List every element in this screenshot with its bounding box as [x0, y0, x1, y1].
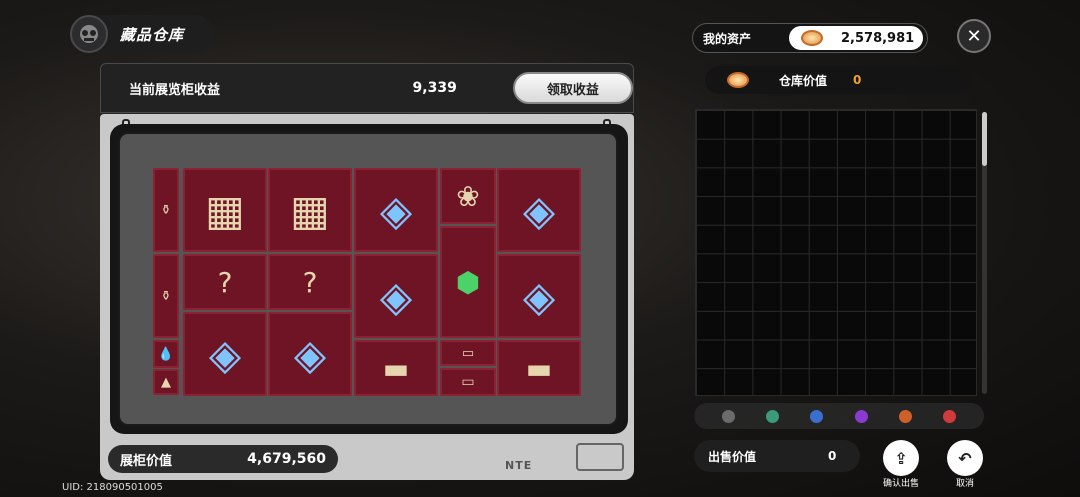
- cabinet-value-pill: 展柜价值 4,679,560: [108, 445, 338, 473]
- warehouse-value-pill: 仓库价值 0: [705, 66, 973, 94]
- brand-logo: NTE: [505, 459, 533, 472]
- color-filter-dot-2[interactable]: [765, 409, 779, 423]
- avatar-logo-icon: [70, 15, 108, 53]
- porcelain-vase-item[interactable]: ⚱: [153, 168, 179, 252]
- scroll-thumb[interactable]: [982, 112, 987, 166]
- usb-drive-item[interactable]: ▭: [440, 368, 496, 396]
- coin-icon: [727, 72, 749, 88]
- porcelain-vase-item[interactable]: ⚱: [153, 254, 179, 338]
- assets-pill: 我的资产 2,578,981: [692, 23, 928, 53]
- warehouse-grid[interactable]: [695, 109, 977, 396]
- ember-item[interactable]: ▲: [153, 369, 179, 395]
- assets-label: 我的资产: [703, 31, 752, 46]
- mystery-card-item[interactable]: ?: [268, 254, 352, 310]
- cabinet-value-label: 展柜价值: [120, 453, 173, 469]
- confirm-sell-button[interactable]: ⇪: [883, 440, 919, 476]
- close-button[interactable]: ✕: [957, 19, 991, 53]
- crystal-cube-item[interactable]: ◈: [354, 254, 438, 338]
- usb-drive-item-icon: ▭: [461, 345, 475, 361]
- crystal-cube-item-icon: ◈: [522, 185, 556, 235]
- porcelain-vase-item-icon: ⚱: [160, 288, 172, 304]
- warehouse-value-label: 仓库价值: [779, 73, 828, 88]
- color-filter-dot-4[interactable]: [854, 409, 868, 423]
- page-title: 藏品仓库: [120, 25, 185, 44]
- sell-value: 0: [828, 449, 837, 463]
- usb-drive-item[interactable]: ▭: [440, 340, 496, 366]
- coin-icon: [801, 30, 823, 46]
- confirm-sell-label: 确认出售: [882, 479, 919, 489]
- cancel-label: 取消: [955, 479, 974, 489]
- metal-case-item[interactable]: ▬: [497, 340, 581, 396]
- green-crystal-item[interactable]: ⬢: [440, 226, 496, 338]
- mystery-card-item[interactable]: ?: [183, 254, 267, 310]
- uid-label: UID: 218090501005: [62, 482, 163, 493]
- cancel-button[interactable]: ↶: [947, 440, 983, 476]
- mystery-card-item-icon: ?: [217, 265, 233, 299]
- color-filter-bar: [694, 403, 984, 429]
- income-panel: 当前展览柜收益 9,339 领取收益: [100, 63, 634, 113]
- wooden-crate-item-icon: ▦: [205, 185, 245, 235]
- warehouse-value: 0: [853, 73, 862, 87]
- crystal-cube-item[interactable]: ◈: [354, 168, 438, 252]
- crystal-cube-item[interactable]: ◈: [497, 168, 581, 252]
- color-filter-dot-5[interactable]: [898, 409, 912, 423]
- water-drop-item-icon: 💧: [157, 346, 175, 362]
- claim-income-button[interactable]: 领取收益: [512, 72, 633, 104]
- assets-value-box: 2,578,981: [789, 26, 923, 50]
- mystery-card-item-icon: ?: [302, 265, 318, 299]
- assets-value: 2,578,981: [841, 30, 915, 46]
- metal-case-item-icon: ▬: [525, 351, 553, 385]
- color-filter-dot-1[interactable]: [721, 409, 735, 423]
- cabinet-value: 4,679,560: [247, 451, 326, 467]
- crystal-cube-item-icon: ◈: [379, 185, 413, 235]
- title-pill: 藏品仓库: [70, 15, 214, 53]
- metal-case-item[interactable]: ▬: [354, 340, 438, 396]
- crystal-cube-item[interactable]: ◈: [268, 312, 352, 396]
- close-icon: ✕: [966, 25, 982, 47]
- color-filter-dot-6[interactable]: [943, 409, 957, 423]
- crystal-cube-item-icon: ◈: [379, 271, 413, 321]
- sell-value-label: 出售价值: [708, 449, 757, 464]
- metal-case-item-icon: ▬: [382, 351, 410, 385]
- undo-icon: ↶: [947, 440, 983, 476]
- ember-item-icon: ▲: [161, 374, 171, 390]
- wooden-crate-item[interactable]: ▦: [268, 168, 352, 252]
- crystal-cube-item[interactable]: ◈: [183, 312, 267, 396]
- water-drop-item[interactable]: 💧: [153, 340, 179, 368]
- battery-icon: [576, 443, 624, 471]
- crystal-cube-item-icon: ◈: [522, 271, 556, 321]
- income-label: 当前展览柜收益: [129, 82, 221, 98]
- sell-value-pill: 出售价值 0: [694, 440, 860, 472]
- usb-drive-item-icon: ▭: [461, 374, 475, 390]
- flower-wreath-item-icon: ❀: [456, 179, 480, 213]
- wooden-crate-item-icon: ▦: [290, 185, 330, 235]
- crystal-cube-item[interactable]: ◈: [497, 254, 581, 338]
- green-crystal-item-icon: ⬢: [455, 265, 481, 299]
- porcelain-vase-item-icon: ⚱: [160, 202, 172, 218]
- income-value: 9,339: [412, 80, 457, 96]
- crystal-cube-item-icon: ◈: [208, 329, 242, 379]
- flower-wreath-item[interactable]: ❀: [440, 168, 496, 224]
- color-filter-dot-3[interactable]: [810, 409, 824, 423]
- sell-box-icon: ⇪: [883, 440, 919, 476]
- wooden-crate-item[interactable]: ▦: [183, 168, 267, 252]
- crystal-cube-item-icon: ◈: [293, 329, 327, 379]
